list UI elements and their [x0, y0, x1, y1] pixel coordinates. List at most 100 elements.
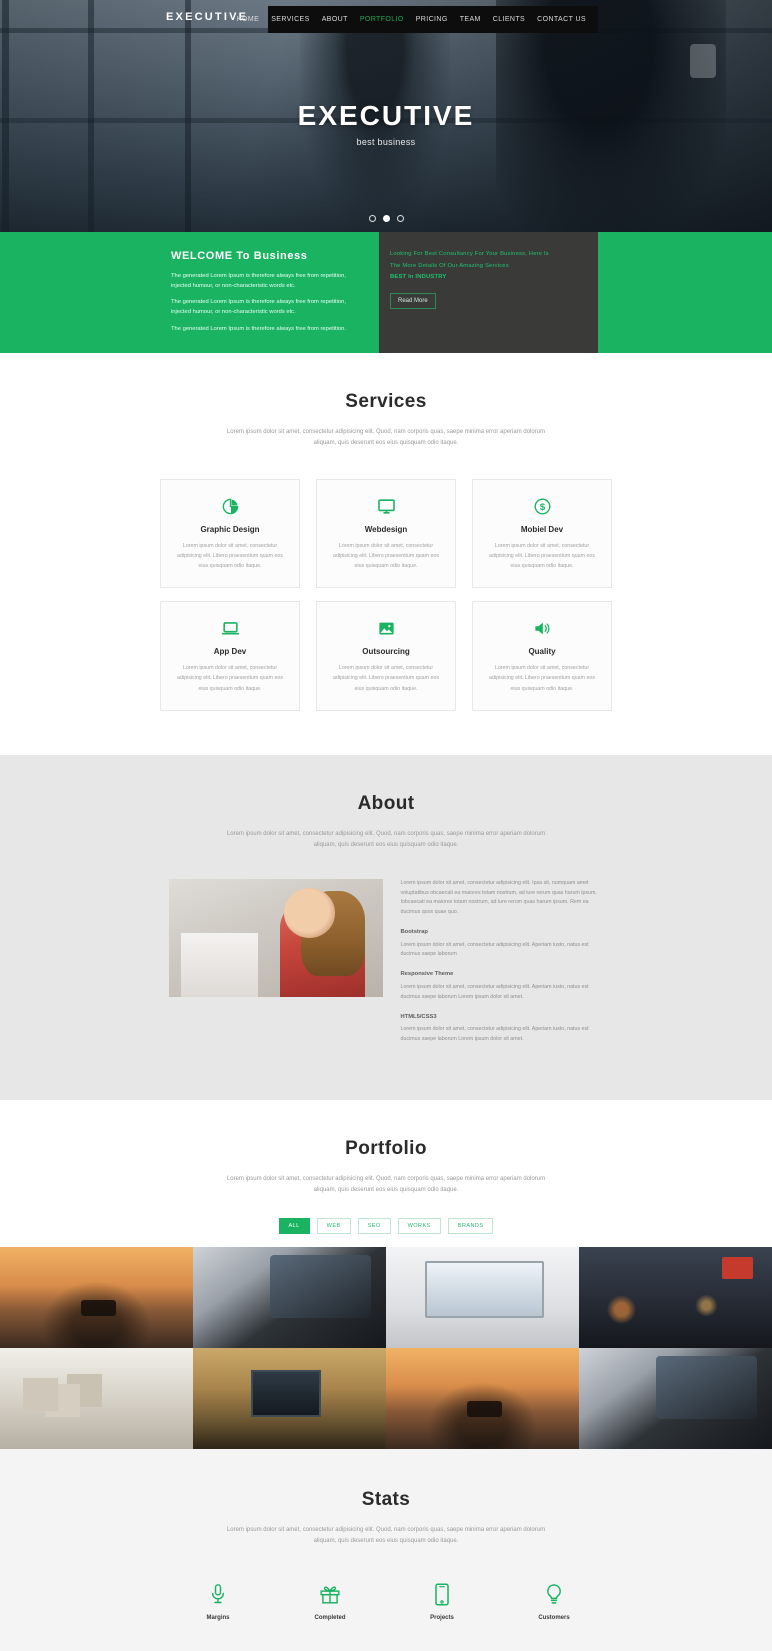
hero-banner: EXECUTIVE HOME SERVICES ABOUT PORTFOLIO …: [0, 0, 772, 232]
nav-item-clients[interactable]: CLIENTS: [487, 16, 531, 23]
read-more-button[interactable]: Read More: [390, 292, 436, 309]
service-text: Lorem ipsum dolor sit amet, consectetur …: [177, 665, 283, 692]
portfolio-tile-drone-sunset-2[interactable]: [386, 1348, 579, 1450]
hero-caption: EXECUTIVE best business: [0, 100, 772, 147]
nav-item-about[interactable]: ABOUT: [316, 16, 354, 23]
nav-item-home[interactable]: HOME: [231, 16, 266, 23]
portfolio-filter-works[interactable]: WORKS: [397, 1218, 441, 1235]
service-text: Lorem ipsum dolor sit amet, consectetur …: [177, 543, 283, 570]
portfolio-section: Portfolio Lorem ipsum dolor sit amet, co…: [0, 1099, 772, 1450]
nav-item-portfolio[interactable]: PORTFOLIO: [354, 16, 410, 23]
stats-section: Stats Lorem ipsum dolor sit amet, consec…: [0, 1449, 772, 1651]
laptop-icon: [172, 617, 288, 639]
service-title: Mobiel Dev: [520, 525, 564, 535]
service-card-mobiel-dev[interactable]: $ Mobiel Dev Lorem ipsum dolor sit amet,…: [472, 479, 612, 589]
service-card-app-dev[interactable]: App Dev Lorem ipsum dolor sit amet, cons…: [160, 601, 300, 711]
welcome-paragraph-1: The generated Lorem Ipsum is therefore a…: [171, 273, 346, 290]
portfolio-filter-bar: ALL WEB SEO WORKS BRANDS: [0, 1218, 772, 1235]
main-navigation: HOME SERVICES ABOUT PORTFOLIO PRICING TE…: [237, 6, 598, 33]
about-photo-person: [301, 890, 366, 976]
welcome-section: WELCOME To Business The generated Lorem …: [0, 232, 772, 353]
portfolio-description: Lorem ipsum dolor sit amet, consectetur …: [226, 1175, 546, 1193]
stat-item-customers[interactable]: Customers: [498, 1581, 610, 1621]
portfolio-filter-brands[interactable]: BRANDS: [447, 1218, 494, 1235]
stat-label: Projects: [430, 1615, 454, 1622]
pie-chart-icon: [172, 495, 288, 517]
service-text: Lorem ipsum dolor sit amet, consectetur …: [489, 543, 595, 570]
welcome-paragraph-2: The generated Lorem Ipsum is therefore a…: [171, 299, 346, 316]
service-card-graphic-design[interactable]: Graphic Design Lorem ipsum dolor sit ame…: [160, 479, 300, 589]
portfolio-grid: [0, 1247, 772, 1450]
service-title: Quality: [528, 647, 556, 657]
service-title: App Dev: [213, 647, 247, 657]
stat-label: Completed: [314, 1615, 346, 1622]
service-text: Lorem ipsum dolor sit amet, consectetur …: [333, 543, 439, 570]
portfolio-tile-office-desk[interactable]: [193, 1348, 386, 1450]
welcome-text-block: WELCOME To Business The generated Lorem …: [0, 232, 379, 353]
about-text-responsive-theme: Lorem ipsum dolor sit amet, consectetur …: [400, 983, 589, 1000]
about-text-html5-css3: Lorem ipsum dolor sit amet, consectetur …: [400, 1026, 589, 1043]
about-description: Lorem ipsum dolor sit amet, consectetur …: [226, 830, 546, 848]
services-description: Lorem ipsum dolor sit amet, consectetur …: [226, 429, 546, 447]
stats-title: Stats: [361, 1489, 411, 1511]
about-heading-responsive-theme: Responsive Theme: [400, 971, 454, 978]
nav-item-contact-us[interactable]: CONTACT US: [531, 16, 592, 23]
mobile-phone-icon: [386, 1581, 498, 1607]
portfolio-title: Portfolio: [345, 1137, 427, 1159]
nav-item-pricing[interactable]: PRICING: [410, 16, 454, 23]
gift-icon: [274, 1581, 386, 1607]
about-heading-html5-css3: HTML5/CSS3: [400, 1013, 437, 1020]
image-icon: [328, 617, 444, 639]
services-title: Services: [345, 391, 427, 412]
service-card-webdesign[interactable]: Webdesign Lorem ipsum dolor sit amet, co…: [316, 479, 456, 589]
services-section: Services Lorem ipsum dolor sit amet, con…: [0, 353, 772, 755]
service-text: Lorem ipsum dolor sit amet, consectetur …: [489, 665, 595, 692]
nav-item-team[interactable]: TEAM: [454, 16, 487, 23]
portfolio-tile-tablet-laptop-2[interactable]: [579, 1348, 772, 1450]
carousel-dot-2[interactable]: [382, 215, 390, 222]
services-card-grid: Graphic Design Lorem ipsum dolor sit ame…: [160, 479, 612, 711]
portfolio-filter-web[interactable]: WEB: [316, 1218, 351, 1235]
carousel-dot-3[interactable]: [396, 215, 404, 222]
monitor-icon: [328, 495, 444, 517]
portfolio-filter-all[interactable]: ALL: [278, 1218, 310, 1235]
about-text-bootstrap: Lorem ipsum dolor sit amet, consectetur …: [400, 941, 589, 958]
about-heading-bootstrap: Bootstrap: [400, 928, 428, 935]
about-text-column: Lorem ipsum dolor sit amet, consectetur …: [401, 879, 604, 1054]
hero-title: EXECUTIVE: [297, 100, 475, 131]
carousel-indicators: [0, 215, 772, 222]
service-title: Graphic Design: [200, 525, 260, 535]
microphone-icon: [162, 1581, 274, 1607]
portfolio-filter-seo[interactable]: SEO: [357, 1218, 391, 1235]
stat-label: Margins: [206, 1615, 230, 1622]
portfolio-tile-drone-sunset[interactable]: [0, 1247, 193, 1349]
about-section: About Lorem ipsum dolor sit amet, consec…: [0, 754, 772, 1100]
panel-line-2: The More Details Of Our Amazing Services: [390, 262, 509, 269]
stat-item-projects[interactable]: Projects: [386, 1581, 498, 1621]
carousel-dot-1[interactable]: [368, 215, 376, 222]
about-photo-monitor: [181, 933, 259, 997]
service-text: Lorem ipsum dolor sit amet, consectetur …: [333, 665, 439, 692]
welcome-title: WELCOME To Business: [171, 250, 308, 262]
stats-row: Margins Completed Projects Customers: [0, 1581, 772, 1621]
lightbulb-icon: [498, 1581, 610, 1607]
portfolio-tile-wooden-cubes[interactable]: [0, 1348, 193, 1450]
portfolio-tile-imac-desktop[interactable]: [386, 1247, 579, 1349]
dollar-icon: $: [484, 495, 600, 517]
stats-description: Lorem ipsum dolor sit amet, consectetur …: [226, 1527, 546, 1545]
about-content-row: Lorem ipsum dolor sit amet, consectetur …: [168, 878, 604, 1054]
stat-label: Customers: [538, 1615, 570, 1622]
hero-subtitle: best business: [356, 137, 416, 147]
stat-item-completed[interactable]: Completed: [274, 1581, 386, 1621]
stat-item-margins[interactable]: Margins: [162, 1581, 274, 1621]
nav-item-services[interactable]: SERVICES: [265, 16, 315, 23]
service-card-outsourcing[interactable]: Outsourcing Lorem ipsum dolor sit amet, …: [316, 601, 456, 711]
about-photo: [168, 878, 383, 997]
panel-line-3: BEST In INDUSTRY: [390, 274, 447, 281]
welcome-dark-panel: Looking For Best Consultancy For Your Bu…: [379, 232, 598, 353]
portfolio-tile-night-street[interactable]: [579, 1247, 772, 1349]
portfolio-tile-tablet-laptop[interactable]: [193, 1247, 386, 1349]
service-card-quality[interactable]: Quality Lorem ipsum dolor sit amet, cons…: [472, 601, 612, 711]
service-title: Webdesign: [364, 525, 408, 535]
welcome-paragraph-3: The generated Lorem Ipsum is therefore a…: [171, 325, 346, 332]
